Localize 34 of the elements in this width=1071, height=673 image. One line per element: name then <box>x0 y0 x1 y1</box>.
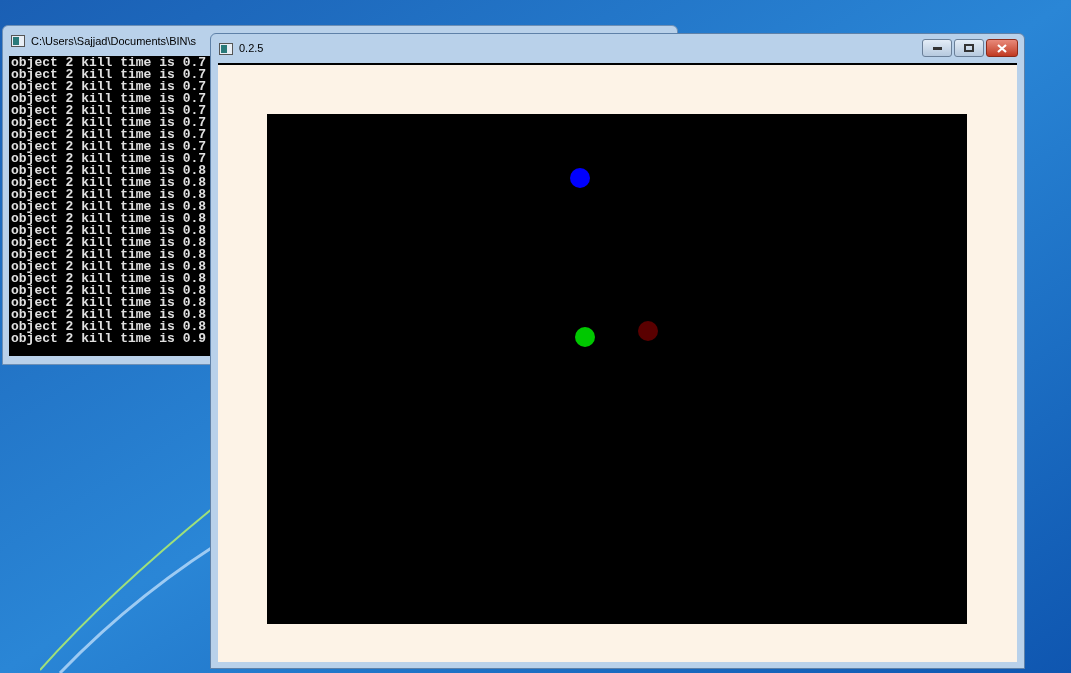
window-title: 0.2.5 <box>239 41 264 57</box>
console-line: object 2 kill time is 0.8 <box>11 201 207 213</box>
restore-icon <box>964 44 974 52</box>
console-line: object 2 kill time is 0.8 <box>11 261 207 273</box>
console-line: object 2 kill time is 0.8 <box>11 297 207 309</box>
console-line: object 2 kill time is 0.7 <box>11 141 207 153</box>
console-line: object 2 kill time is 0.8 <box>11 321 207 333</box>
console-line: object 2 kill time is 0.8 <box>11 285 207 297</box>
console-line: object 2 kill time is 0.8 <box>11 309 207 321</box>
console-line: object 2 kill time is 0.7 <box>11 129 207 141</box>
app-icon <box>219 42 233 55</box>
console-line: object 2 kill time is 0.7 <box>11 93 207 105</box>
window-title: C:\Users\Sajjad\Documents\BIN\s <box>31 33 197 49</box>
console-line: object 2 kill time is 0.7 <box>11 153 207 165</box>
close-icon <box>997 43 1007 53</box>
console-line: object 2 kill time is 0.8 <box>11 237 207 249</box>
console-line: object 2 kill time is 0.7 <box>11 57 207 69</box>
close-button[interactable] <box>986 39 1018 57</box>
console-line: object 2 kill time is 0.8 <box>11 225 207 237</box>
console-line: object 2 kill time is 0.8 <box>11 177 207 189</box>
console-line: object 2 kill time is 0.8 <box>11 213 207 225</box>
console-line: object 2 kill time is 0.7 <box>11 105 207 117</box>
console-line: object 2 kill time is 0.8 <box>11 189 207 201</box>
minimize-button[interactable] <box>922 39 952 57</box>
minimize-icon <box>932 46 942 50</box>
maximize-button[interactable] <box>954 39 984 57</box>
console-line: object 2 kill time is 0.7 <box>11 69 207 81</box>
console-line: object 2 kill time is 0.7 <box>11 81 207 93</box>
console-line: object 2 kill time is 0.8 <box>11 249 207 261</box>
console-line: object 2 kill time is 0.9 <box>11 333 207 345</box>
console-line: object 2 kill time is 0.7 <box>11 117 207 129</box>
app-icon <box>11 35 25 47</box>
console-line: object 2 kill time is 0.8 <box>11 273 207 285</box>
console-line: object 2 kill time is 0.8 <box>11 165 207 177</box>
